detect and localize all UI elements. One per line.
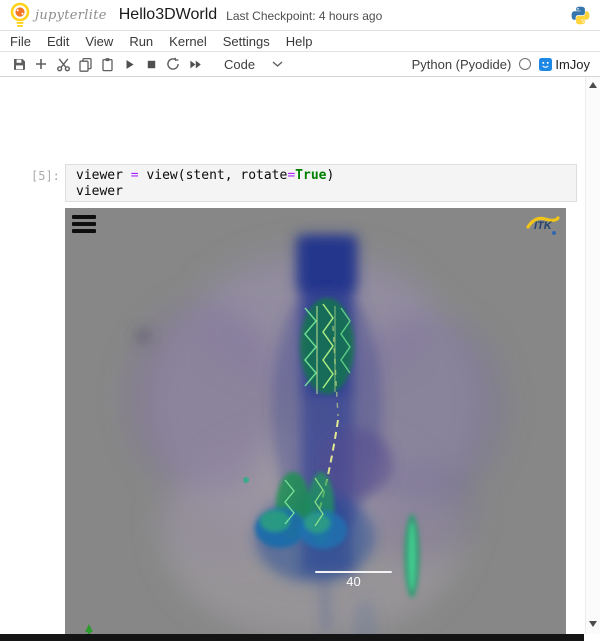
- menu-file[interactable]: File: [10, 34, 31, 49]
- chevron-down-icon: [272, 61, 283, 68]
- copy-button[interactable]: [74, 54, 96, 74]
- notebook-title[interactable]: Hello3DWorld: [119, 6, 217, 24]
- kernel-status-icon: [519, 58, 531, 70]
- jupyterlite-logo[interactable]: jupyterlite: [9, 2, 107, 29]
- paste-button[interactable]: [96, 54, 118, 74]
- clipboard-icon: [100, 57, 115, 72]
- code-cell-editor[interactable]: viewer = view(stent, rotate=True) viewer: [65, 164, 577, 202]
- save-button[interactable]: [8, 54, 30, 74]
- save-icon: [12, 57, 26, 71]
- input-prompt: [5]:: [31, 169, 60, 183]
- imjoy-button[interactable]: ImJoy: [539, 57, 590, 72]
- logo-wordmark: jupyterlite: [35, 8, 107, 23]
- stop-icon: [145, 58, 158, 71]
- menu-settings[interactable]: Settings: [223, 34, 270, 49]
- imjoy-icon: [539, 58, 552, 71]
- fast-forward-icon: [188, 58, 203, 71]
- menu-run[interactable]: Run: [129, 34, 153, 49]
- menu-help[interactable]: Help: [286, 34, 313, 49]
- lightbulb-icon: [9, 2, 31, 29]
- scale-bar-label: 40: [346, 574, 360, 589]
- notebook-toolbar: Code Python (Pyodide) ImJoy: [0, 52, 600, 77]
- checkpoint-status: Last Checkpoint: 4 hours ago: [226, 9, 382, 23]
- scroll-down-icon[interactable]: [589, 621, 597, 627]
- code-token: =: [287, 168, 295, 183]
- notebook-scrollbar[interactable]: [585, 77, 600, 634]
- run-button[interactable]: [118, 54, 140, 74]
- scroll-up-icon[interactable]: [589, 82, 597, 88]
- viewer-menu-icon[interactable]: [72, 215, 96, 233]
- scissors-icon: [56, 57, 71, 72]
- python-logo-icon: [570, 5, 591, 26]
- restart-kernel-button[interactable]: [162, 54, 184, 74]
- cell-type-dropdown[interactable]: Code: [220, 55, 287, 74]
- notebook-area: [5]: viewer = view(stent, rotate=True) v…: [0, 77, 585, 634]
- restart-run-all-button[interactable]: [184, 54, 206, 74]
- code-content: viewer = view(stent, rotate=True) viewer: [76, 168, 576, 200]
- code-token: =: [131, 168, 139, 183]
- itk-3d-viewer-canvas[interactable]: ITK 40: [65, 208, 566, 641]
- code-token: view(stent, rotate: [139, 168, 288, 183]
- code-token: viewer: [76, 168, 131, 183]
- code-token: ): [326, 168, 334, 183]
- code-token: viewer: [76, 184, 123, 199]
- scale-bar: 40: [315, 571, 392, 591]
- cut-button[interactable]: [52, 54, 74, 74]
- run-icon: [123, 58, 136, 71]
- stop-button[interactable]: [140, 54, 162, 74]
- restart-icon: [166, 57, 180, 71]
- menu-kernel[interactable]: Kernel: [169, 34, 207, 49]
- jupyterlite-app: jupyterlite Hello3DWorld Last Checkpoint…: [0, 0, 600, 641]
- itk-logo: ITK: [525, 212, 561, 243]
- scale-bar-line: [315, 571, 392, 573]
- plus-icon: [34, 57, 48, 71]
- imjoy-label: ImJoy: [555, 57, 590, 72]
- menu-edit[interactable]: Edit: [47, 34, 69, 49]
- menu-bar: File Edit View Run Kernel Settings Help: [0, 31, 600, 52]
- add-cell-button[interactable]: [30, 54, 52, 74]
- kernel-name[interactable]: Python (Pyodide): [412, 57, 512, 72]
- cell-type-value: Code: [224, 57, 255, 72]
- copy-icon: [78, 57, 93, 72]
- code-token: True: [295, 168, 326, 183]
- itk-logo-text: ITK: [534, 220, 553, 232]
- bottom-bar: [0, 634, 584, 641]
- menu-view[interactable]: View: [85, 34, 113, 49]
- header: jupyterlite Hello3DWorld Last Checkpoint…: [0, 0, 600, 31]
